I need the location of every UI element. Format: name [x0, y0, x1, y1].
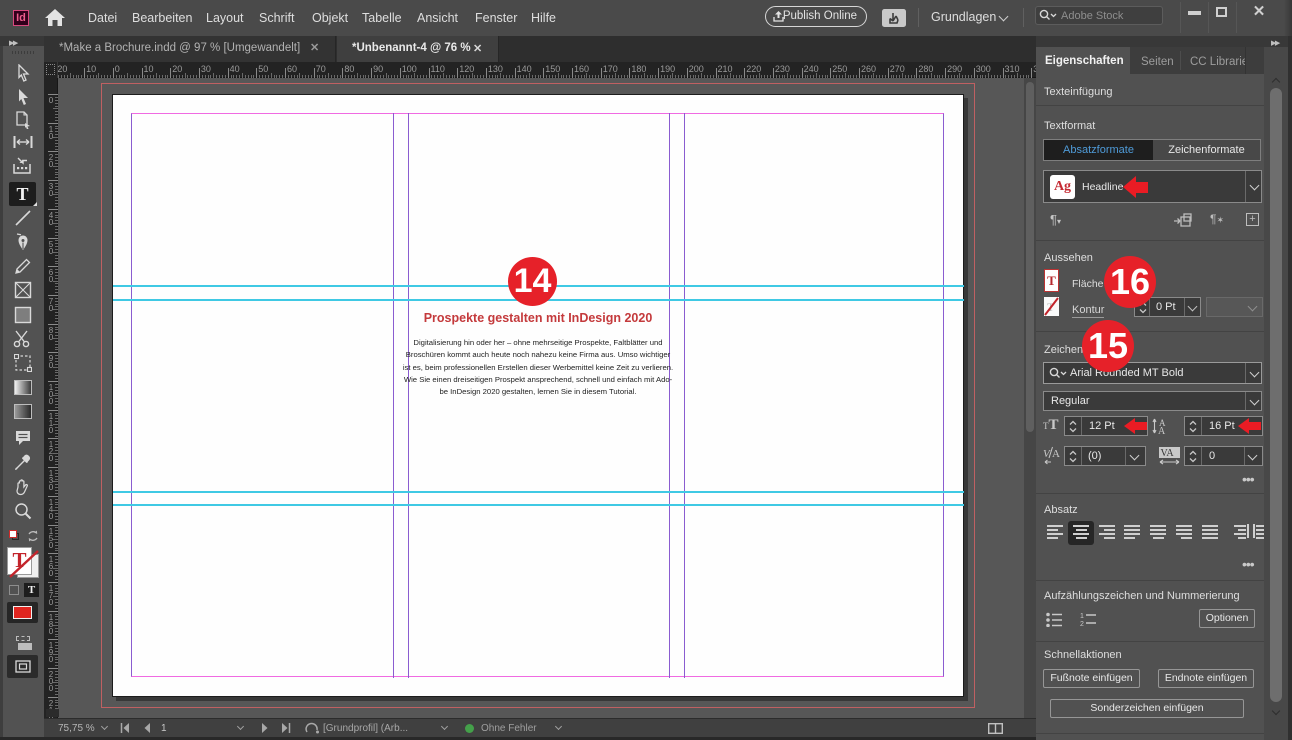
svg-text:A: A	[1158, 426, 1166, 435]
svg-text:A: A	[1052, 448, 1060, 460]
svg-text:VA: VA	[1161, 448, 1175, 459]
svg-text:2: 2	[1080, 621, 1084, 627]
svg-text:1: 1	[1080, 613, 1084, 620]
